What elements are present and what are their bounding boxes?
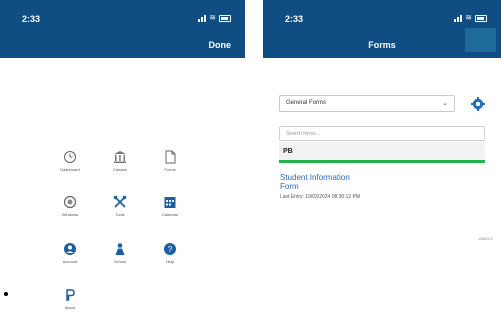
menu-item-label: Calendar xyxy=(161,212,179,217)
signal-icon xyxy=(454,14,463,22)
tools-icon xyxy=(113,195,127,208)
search-input[interactable]: Search forms... xyxy=(279,126,485,141)
section-header: PB xyxy=(279,142,485,163)
status-time: 2:33 xyxy=(22,14,41,24)
search-placeholder: Search forms... xyxy=(286,131,320,137)
status-time: 2:33 xyxy=(285,14,304,24)
status-icons: ≋ xyxy=(198,14,231,22)
chevron-down-icon: ⌄ xyxy=(442,100,448,107)
menu-item-classes[interactable]: Classes xyxy=(100,150,140,172)
gauge-icon xyxy=(63,195,77,209)
top-bar: 2:33 ≋ Done xyxy=(0,0,245,58)
menu-item-label: Help xyxy=(165,259,175,264)
svg-text:?: ? xyxy=(168,245,173,254)
list-bullet xyxy=(4,292,8,296)
menu-item-help[interactable]: ? Help xyxy=(150,242,190,264)
menu-item-about[interactable]: About xyxy=(50,288,90,310)
signal-icon xyxy=(198,14,207,22)
menu-item-label: Tools xyxy=(115,212,125,217)
person-icon xyxy=(115,243,125,255)
done-button[interactable]: Done xyxy=(209,40,232,50)
menu-item-forms[interactable]: Forms xyxy=(150,150,190,172)
version-text: v2022.1 xyxy=(478,236,493,241)
menu-item-dashboard[interactable]: Dashboard xyxy=(50,150,90,172)
menu-item-label: Dashboard xyxy=(60,167,80,172)
top-bar: 2:33 ≋ Forms xyxy=(263,0,501,58)
form-link-line2: Form xyxy=(280,182,299,191)
section-title: PB xyxy=(283,148,293,155)
menu-item-label: Account xyxy=(62,259,78,264)
right-screen: 2:33 ≋ Forms General Forms ⌄ Search form… xyxy=(263,0,501,313)
status-icons: ≋ xyxy=(454,14,487,22)
battery-icon xyxy=(475,14,487,22)
wifi-icon: ≋ xyxy=(465,13,472,22)
clock-icon xyxy=(64,151,76,163)
select-value: General Forms xyxy=(286,100,327,106)
menu-item-windows[interactable]: Windows xyxy=(50,195,90,217)
gear-icon[interactable] xyxy=(471,97,485,111)
menu-item-school[interactable]: School xyxy=(100,242,140,264)
form-link-line1: Student Information xyxy=(280,173,350,182)
menu-item-account[interactable]: Account xyxy=(50,242,90,264)
form-link-student-information[interactable]: Student Information Form xyxy=(280,173,350,191)
battery-icon xyxy=(219,14,231,22)
bank-icon xyxy=(114,151,126,163)
account-icon xyxy=(64,243,76,255)
menu-item-label: About xyxy=(64,305,76,310)
wifi-icon: ≋ xyxy=(209,13,216,22)
menu-item-label: Forms xyxy=(164,167,176,172)
menu-item-tools[interactable]: Tools xyxy=(100,195,140,217)
form-category-select[interactable]: General Forms ⌄ xyxy=(279,95,455,112)
help-icon: ? xyxy=(164,243,176,255)
menu-item-calendar[interactable]: Calendar xyxy=(150,195,190,217)
header-action-button[interactable] xyxy=(465,28,496,52)
last-entry-text: Last Entry: 10/03/2024 08:30:12 PM xyxy=(280,194,361,200)
calendar-icon xyxy=(164,197,176,208)
document-icon xyxy=(165,150,176,164)
menu-item-label: School xyxy=(113,259,127,264)
left-screen: 2:33 ≋ Done Dashboard Classes Forms Wind… xyxy=(0,0,245,313)
menu-item-label: Windows xyxy=(61,212,79,217)
menu-item-label: Classes xyxy=(112,167,128,172)
about-icon xyxy=(66,289,75,301)
